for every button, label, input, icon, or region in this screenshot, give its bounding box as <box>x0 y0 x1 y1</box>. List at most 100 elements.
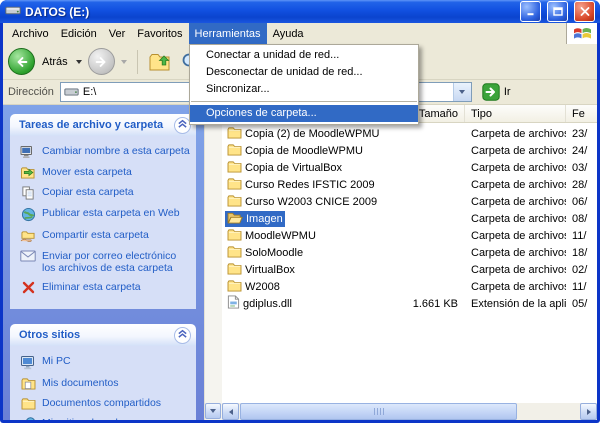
move-icon <box>19 166 37 179</box>
file-name[interactable]: VirtualBox <box>225 262 297 278</box>
file-row[interactable]: ImagenCarpeta de archivos08/ <box>222 210 597 227</box>
menubar-item-herramientas[interactable]: Herramientas <box>189 23 267 44</box>
file-row[interactable]: Copia (2) de MoodleWPMUCarpeta de archiv… <box>222 125 597 142</box>
email-icon <box>19 250 37 262</box>
file-name-cell: VirtualBox <box>222 262 381 278</box>
menu-item-sincronizar[interactable]: Sincronizar... <box>190 81 418 98</box>
file-row[interactable]: Copia de MoodleWPMUCarpeta de archivos24… <box>222 142 597 159</box>
file-name-cell: Copia de VirtualBox <box>222 160 381 176</box>
task-item-eliminar-esta-carpeta[interactable]: Eliminar esta carpeta <box>19 281 192 294</box>
file-row[interactable]: Curso W2003 CNICE 2009Carpeta de archivo… <box>222 193 597 210</box>
file-name[interactable]: Copia (2) de MoodleWPMU <box>225 126 381 142</box>
file-date: 24/ <box>566 145 597 157</box>
forward-button[interactable] <box>88 48 115 75</box>
file-name[interactable]: Imagen <box>225 211 285 227</box>
file-row[interactable]: MoodleWPMUCarpeta de archivos11/ <box>222 227 597 244</box>
sidebar: Tareas de archivo y carpeta Cambiar nombr… <box>3 105 204 420</box>
file-row[interactable]: gdiplus.dll1.661 KBExtensión de la apli.… <box>222 295 597 312</box>
task-item-cambiar-nombre-a-esta-carpeta[interactable]: Cambiar nombre a esta carpeta <box>19 145 192 159</box>
file-row[interactable]: SoloMoodleCarpeta de archivos18/ <box>222 244 597 261</box>
task-label: Mi PC <box>42 355 71 367</box>
windows-logo-icon <box>573 25 592 42</box>
maximize-button[interactable] <box>547 1 568 22</box>
menu-item-desconectar-de-unidad-de-red[interactable]: Desconectar de unidad de red... <box>190 64 418 81</box>
task-item-enviar-por-correo-electronico-[interactable]: Enviar por correo electrónico los archiv… <box>19 250 192 274</box>
back-dropdown-caret[interactable] <box>76 60 82 64</box>
menu-item-conectar-a-unidad-de-red[interactable]: Conectar a unidad de red... <box>190 47 418 64</box>
file-name[interactable]: Copia de VirtualBox <box>225 160 344 176</box>
file-name-label: Copia de VirtualBox <box>245 162 342 174</box>
file-name-cell: Copia (2) de MoodleWPMU <box>222 126 381 142</box>
panel-header[interactable]: Otros sitios <box>10 324 196 346</box>
panel-header[interactable]: Tareas de archivo y carpeta <box>10 114 196 136</box>
main-area: Tareas de archivo y carpeta Cambiar nombr… <box>3 105 597 420</box>
folder-shared-icon <box>19 397 37 410</box>
file-name[interactable]: SoloMoodle <box>225 245 305 261</box>
file-name[interactable]: gdiplus.dll <box>225 295 294 312</box>
task-item-mis-documentos[interactable]: Mis documentos <box>19 377 192 390</box>
file-date: 23/ <box>566 128 597 140</box>
minimize-icon <box>526 7 536 16</box>
file-name-label: Copia de MoodleWPMU <box>245 145 363 157</box>
menubar-item-edicion[interactable]: Edición <box>55 23 103 44</box>
task-item-mis-sitios-de-red[interactable]: Mis sitios de red <box>19 417 192 420</box>
task-label: Cambiar nombre a esta carpeta <box>42 145 190 157</box>
panel-collapse-button[interactable] <box>174 327 191 344</box>
scroll-right-button[interactable] <box>580 403 597 420</box>
scroll-left-button[interactable] <box>222 403 239 420</box>
scroll-down-button[interactable] <box>205 403 221 419</box>
task-item-copiar-esta-carpeta[interactable]: Copiar esta carpeta <box>19 186 192 200</box>
file-name[interactable]: Copia de MoodleWPMU <box>225 143 365 159</box>
task-label: Eliminar esta carpeta <box>42 281 141 293</box>
file-row[interactable]: Curso Redes IFSTIC 2009Carpeta de archiv… <box>222 176 597 193</box>
file-name[interactable]: Curso Redes IFSTIC 2009 <box>225 177 377 193</box>
task-item-compartir-esta-carpeta[interactable]: Compartir esta carpeta <box>19 229 192 243</box>
explorer-window: DATOS (E:) ArchivoEdiciónVerFavoritosHer… <box>0 0 600 423</box>
go-button[interactable]: Ir <box>482 83 511 101</box>
address-dropdown-button[interactable] <box>453 83 471 101</box>
menu-item-opciones-de-carpeta[interactable]: Opciones de carpeta... <box>190 105 418 122</box>
back-button[interactable] <box>8 48 35 75</box>
file-name[interactable]: W2008 <box>225 279 282 295</box>
menubar-item-ver[interactable]: Ver <box>103 23 132 44</box>
column-header-tipo[interactable]: Tipo <box>465 105 566 122</box>
scroll-thumb[interactable] <box>240 403 517 420</box>
task-item-documentos-compartidos[interactable]: Documentos compartidos <box>19 397 192 410</box>
file-name[interactable]: Curso W2003 CNICE 2009 <box>225 194 379 210</box>
back-icon <box>15 55 29 69</box>
file-name-cell: MoodleWPMU <box>222 228 381 244</box>
task-panel: Otros sitios Mi PC Mis documentos Documento… <box>10 324 196 420</box>
file-name-cell: Imagen <box>222 211 381 227</box>
menubar-item-archivo[interactable]: Archivo <box>6 23 55 44</box>
file-name-label: Imagen <box>246 213 283 225</box>
task-item-mover-esta-carpeta[interactable]: Mover esta carpeta <box>19 166 192 179</box>
file-name-label: SoloMoodle <box>245 247 303 259</box>
folder-up-icon <box>148 51 171 72</box>
file-name[interactable]: MoodleWPMU <box>225 228 318 244</box>
horizontal-scrollbar[interactable] <box>222 403 597 420</box>
folder-docs-icon <box>19 377 37 390</box>
menubar-item-favoritos[interactable]: Favoritos <box>131 23 188 44</box>
folder-icon <box>227 194 242 210</box>
file-type: Carpeta de archivos <box>465 281 566 293</box>
file-row[interactable]: W2008Carpeta de archivos11/ <box>222 278 597 295</box>
network-icon <box>19 417 37 420</box>
task-label: Enviar por correo electrónico los archiv… <box>42 250 192 274</box>
column-header-fe[interactable]: Fe <box>566 105 597 122</box>
close-icon <box>580 7 590 16</box>
forward-dropdown-caret[interactable] <box>121 60 127 64</box>
task-item-publicar-esta-carpeta-en-web[interactable]: Publicar esta carpeta en Web <box>19 207 192 222</box>
menubar-item-ayuda[interactable]: Ayuda <box>267 23 310 44</box>
back-label[interactable]: Atrás <box>42 56 68 68</box>
task-item-mi-pc[interactable]: Mi PC <box>19 355 192 370</box>
task-label: Mover esta carpeta <box>42 166 132 178</box>
up-button[interactable] <box>145 51 174 72</box>
file-row[interactable]: Copia de VirtualBoxCarpeta de archivos03… <box>222 159 597 176</box>
close-button[interactable] <box>574 1 595 22</box>
file-row[interactable]: VirtualBoxCarpeta de archivos02/ <box>222 261 597 278</box>
rename-icon <box>19 145 37 159</box>
sidebar-scrollbar[interactable] <box>204 105 222 420</box>
task-label: Documentos compartidos <box>42 397 161 409</box>
go-label[interactable]: Ir <box>504 86 511 98</box>
minimize-button[interactable] <box>520 1 541 22</box>
